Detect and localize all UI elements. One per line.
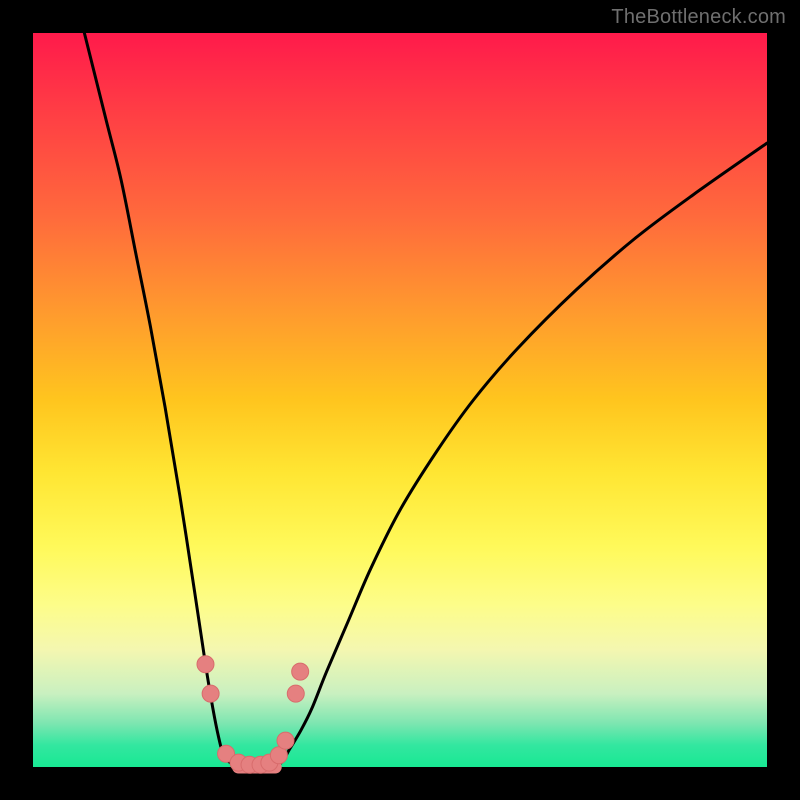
chart-frame: TheBottleneck.com xyxy=(0,0,800,800)
data-marker xyxy=(292,663,309,680)
plot-area xyxy=(33,33,767,767)
watermark-text: TheBottleneck.com xyxy=(611,6,786,29)
curve-right-branch xyxy=(275,143,767,767)
data-marker xyxy=(287,685,304,702)
data-marker xyxy=(202,685,219,702)
data-marker xyxy=(277,732,294,749)
curve-left-branch xyxy=(84,33,238,767)
data-marker xyxy=(197,656,214,673)
curve-layer xyxy=(33,33,767,767)
